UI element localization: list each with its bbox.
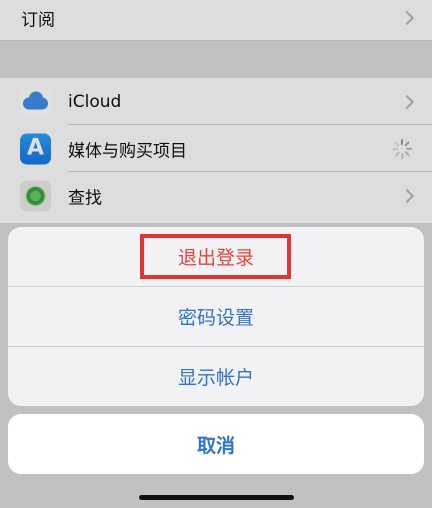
loading-spinner-icon [392, 138, 413, 159]
icloud-label: iCloud [68, 91, 122, 112]
show-account-button[interactable]: 显示帐户 [8, 346, 424, 406]
password-settings-button[interactable]: 密码设置 [8, 286, 424, 346]
app-store-icon: A [20, 133, 51, 164]
account-action-sheet: 退出登录 密码设置 显示帐户 [8, 227, 424, 406]
sign-out-button[interactable]: 退出登录 [8, 227, 424, 286]
icloud-row[interactable]: iCloud [0, 78, 432, 125]
subscriptions-group: 订阅 [0, 0, 432, 41]
show-account-label: 显示帐户 [177, 367, 254, 389]
cancel-button[interactable]: 取消 [8, 414, 424, 474]
chevron-right-icon [399, 94, 415, 109]
media-purchases-row[interactable]: A 媒体与购买项目 [0, 125, 432, 172]
subscriptions-row[interactable]: 订阅 [0, 0, 432, 41]
password-settings-label: 密码设置 [177, 307, 254, 329]
sign-out-label: 退出登录 [177, 247, 254, 269]
media-purchases-label: 媒体与购买项目 [68, 141, 187, 161]
find-my-row[interactable]: 查找 [0, 172, 432, 219]
find-my-label: 查找 [68, 188, 102, 208]
chevron-right-icon [399, 188, 415, 203]
account-services-group: iCloud A 媒体与购买项目 查找 [0, 78, 432, 223]
find-my-icon [20, 180, 51, 211]
chevron-right-icon [399, 10, 415, 25]
subscriptions-label: 订阅 [21, 10, 55, 30]
home-indicator[interactable] [139, 495, 294, 500]
icloud-icon [20, 86, 51, 117]
divider [0, 40, 432, 41]
cancel-label: 取消 [196, 434, 235, 457]
